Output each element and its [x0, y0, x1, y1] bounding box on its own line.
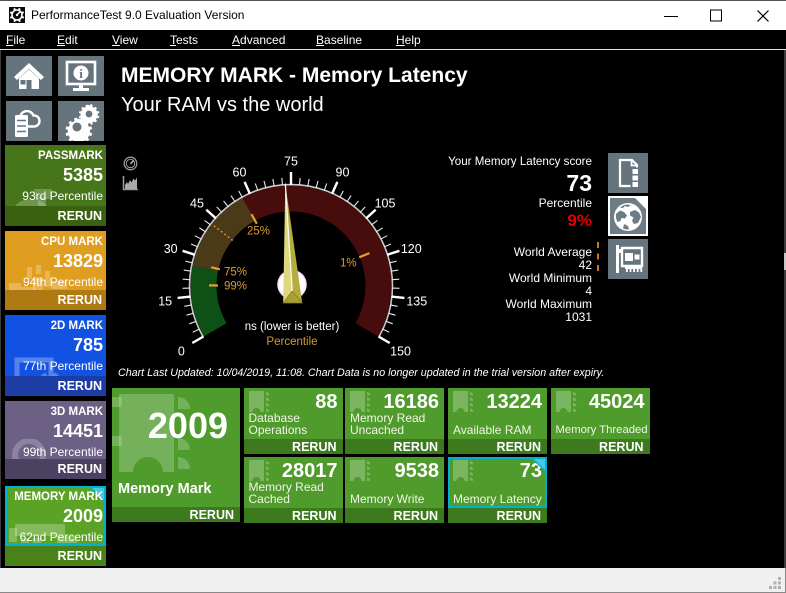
svg-text:90: 90 — [336, 166, 350, 180]
svg-text:25%: 25% — [247, 226, 270, 238]
svg-text:15: 15 — [158, 294, 172, 308]
svg-text:60: 60 — [233, 166, 247, 180]
svg-text:45: 45 — [190, 197, 204, 211]
svg-text:75: 75 — [284, 155, 298, 169]
svg-text:0: 0 — [178, 344, 185, 358]
svg-text:150: 150 — [390, 344, 411, 358]
svg-text:i: i — [79, 66, 83, 81]
svg-text:75%: 75% — [224, 267, 247, 279]
svg-text:1%: 1% — [340, 258, 357, 270]
svg-text:105: 105 — [375, 197, 396, 211]
svg-text:30: 30 — [164, 242, 178, 256]
svg-text:99%: 99% — [224, 281, 247, 293]
